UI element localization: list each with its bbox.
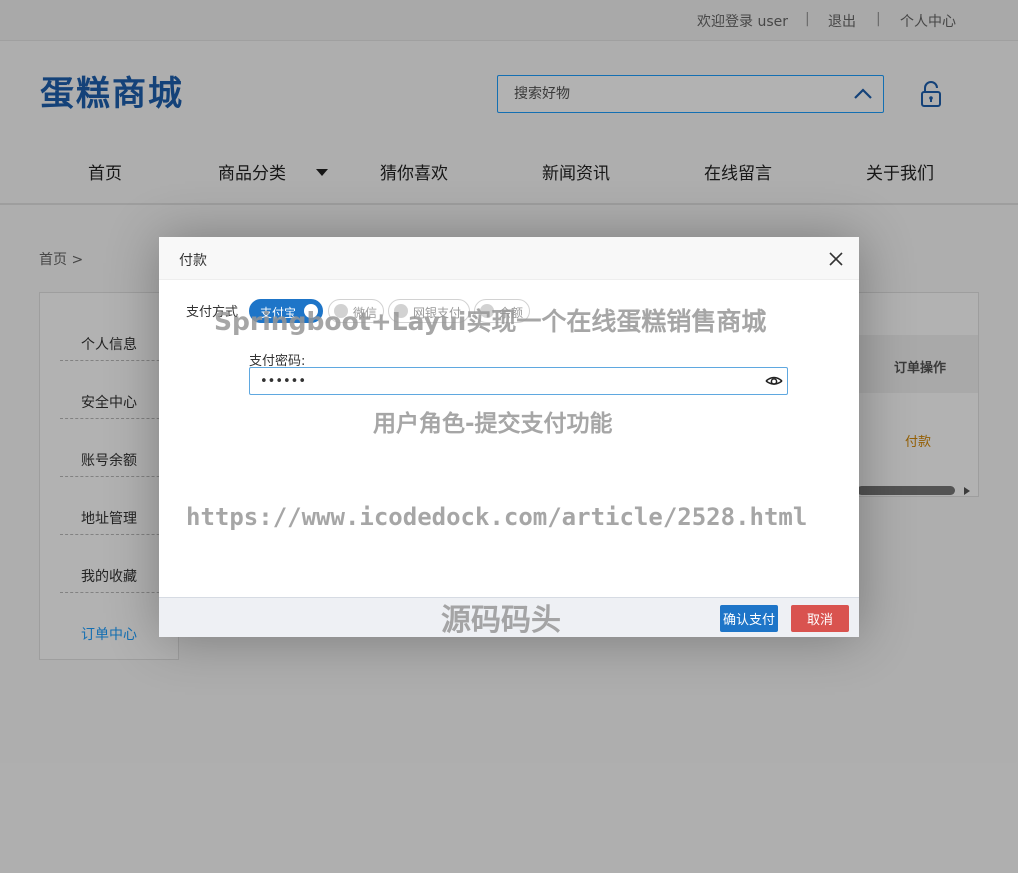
radio-knob-icon: [304, 304, 318, 318]
pay-method-wechat[interactable]: 微信: [328, 299, 384, 323]
pay-method-bank[interactable]: 网银支付: [388, 299, 470, 323]
dialog-title-bar: 付款: [159, 237, 859, 280]
confirm-pay-button[interactable]: 确认支付: [720, 605, 778, 632]
pay-method-label: 支付宝: [260, 306, 297, 320]
pay-method-label: 余额: [499, 306, 524, 320]
dialog-footer: 确认支付 取消: [159, 597, 859, 637]
pay-method-alipay[interactable]: 支付宝: [249, 299, 323, 323]
radio-knob-icon: [334, 304, 348, 318]
pay-method-label: 微信: [353, 306, 378, 320]
pay-method-label: 网银支付: [413, 306, 462, 320]
pay-method-label: 支付方式: [186, 305, 239, 320]
eye-icon[interactable]: [765, 373, 783, 389]
radio-knob-icon: [394, 304, 408, 318]
payment-dialog: 付款 支付方式 支付宝 微信 网银支付 余额 支付密码: 确认支付 取消: [159, 237, 859, 637]
password-field-box: [249, 367, 788, 395]
password-input[interactable]: [250, 368, 755, 394]
pay-method-balance[interactable]: 余额: [474, 299, 530, 323]
close-icon[interactable]: [829, 252, 843, 266]
cancel-button[interactable]: 取消: [791, 605, 849, 632]
dialog-title: 付款: [179, 253, 207, 269]
radio-knob-icon: [480, 304, 494, 318]
